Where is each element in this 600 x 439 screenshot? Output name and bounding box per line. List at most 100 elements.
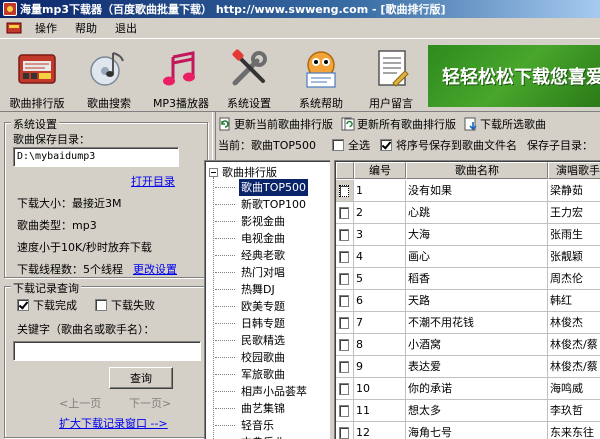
failed-check-box[interactable] <box>95 299 107 311</box>
open-dir-link[interactable]: 打开目录 <box>131 173 175 189</box>
tree-node[interactable]: 热门对唱 <box>215 264 287 281</box>
tree-node[interactable]: 歌曲TOP500 <box>214 179 309 196</box>
row-checkbox[interactable] <box>339 206 349 219</box>
menu-exit[interactable]: 退出 <box>106 18 146 38</box>
menu-help[interactable]: 帮助 <box>66 18 106 38</box>
change-settings-link[interactable]: 更改设置 <box>133 261 177 277</box>
tree-node[interactable]: 古典乐曲 <box>239 434 287 439</box>
row-song-name: 稻香 <box>406 268 548 290</box>
row-check-cell[interactable] <box>336 334 354 356</box>
row-check-cell[interactable] <box>336 378 354 400</box>
row-check-cell[interactable] <box>336 422 354 439</box>
tree-node[interactable]: 民歌精选 <box>215 332 287 349</box>
row-checkbox[interactable] <box>339 272 349 285</box>
table-row[interactable]: 5 稻香 周杰伦 <box>336 268 600 290</box>
row-checkbox[interactable] <box>339 316 349 329</box>
tree-node[interactable]: 电视金曲 <box>215 230 287 247</box>
row-number: 3 <box>354 224 406 246</box>
tree-node[interactable]: 轻音乐 <box>215 417 276 434</box>
tree-node[interactable]: 热舞DJ <box>215 281 277 298</box>
main-toolbar: 歌曲排行版 歌曲搜索 MP3播放器 系统设置 系统帮助 用户留言 轻轻松松下载您… <box>0 38 600 112</box>
row-artist: 海鸣威 <box>548 378 600 400</box>
table-row[interactable]: 8 小酒窝 林俊杰/蔡 <box>336 334 600 356</box>
row-check-cell[interactable] <box>336 268 354 290</box>
download-selected-button[interactable]: 下载所选歌曲 <box>464 116 546 132</box>
row-check-cell[interactable] <box>336 246 354 268</box>
toolbar-player-button[interactable]: MP3播放器 <box>144 43 218 110</box>
prev-page-link[interactable]: <上一页 <box>59 395 101 411</box>
tree-node[interactable]: 日韩专题 <box>215 315 287 332</box>
tree-node[interactable]: 曲艺集锦 <box>215 400 287 417</box>
speed-limit-label: 速度小于10K/秒时放弃下载 <box>17 241 152 254</box>
header-artist[interactable]: 演唱歌手 <box>548 162 600 179</box>
table-row[interactable]: 3 大海 张雨生 <box>336 224 600 246</box>
keyword-input[interactable] <box>13 341 201 361</box>
update-current-button[interactable]: 更新当前歌曲排行版 <box>218 116 333 132</box>
row-checkbox[interactable] <box>339 382 349 395</box>
menu-operate[interactable]: 操作 <box>26 18 66 38</box>
toolbar-ranking-button[interactable]: 歌曲排行版 <box>0 43 74 110</box>
song-table[interactable]: 编号 歌曲名称 演唱歌手 1 没有如果 梁静茹 2 心跳 王力宏 3 大海 张雨生 4 画心 张靓颖 5… <box>334 160 600 439</box>
row-check-cell[interactable] <box>336 180 354 202</box>
tree-node[interactable]: 相声小品荟萃 <box>215 383 309 400</box>
toolbar-settings-button[interactable]: 系统设置 <box>212 43 286 110</box>
row-check-cell[interactable] <box>336 312 354 334</box>
promo-banner[interactable]: 轻轻松松下载您喜爱 <box>428 45 600 107</box>
row-check-cell[interactable] <box>336 224 354 246</box>
table-row[interactable]: 2 心跳 王力宏 <box>336 202 600 224</box>
options-row: 当前：歌曲TOP500 全选 将序号保存到歌曲文件名 保存子目录： <box>218 136 600 154</box>
toolbar-help-button[interactable]: 系统帮助 <box>284 43 358 110</box>
select-all-check-box[interactable] <box>332 139 344 151</box>
table-row[interactable]: 7 不潮不用花钱 林俊杰 <box>336 312 600 334</box>
tree-node[interactable]: 欧美专题 <box>215 298 287 315</box>
row-checkbox[interactable] <box>339 426 349 439</box>
toolbar-feedback-button[interactable]: 用户留言 <box>354 43 428 110</box>
row-check-cell[interactable] <box>336 356 354 378</box>
row-checkbox[interactable] <box>339 250 349 263</box>
table-row[interactable]: 1 没有如果 梁静茹 <box>336 180 600 202</box>
tree-root[interactable]: 歌曲排行版 <box>209 164 277 180</box>
header-check[interactable] <box>336 162 354 179</box>
tree-node[interactable]: 经典老歌 <box>215 247 287 264</box>
ranking-tree[interactable]: 歌曲排行版 歌曲TOP500 新歌TOP100 影视金曲 电视金曲 经典老歌 热门对唱 热舞… <box>204 160 330 439</box>
tree-node[interactable]: 新歌TOP100 <box>214 196 308 213</box>
row-checkbox[interactable] <box>339 360 349 373</box>
tree-node[interactable]: 校园歌曲 <box>215 349 287 366</box>
tree-node[interactable]: 影视金曲 <box>215 213 287 230</box>
tree-node[interactable]: 军旅歌曲 <box>215 366 287 383</box>
table-row[interactable]: 10 你的承诺 海鸣威 <box>336 378 600 400</box>
table-row[interactable]: 11 想太多 李玖哲 <box>336 400 600 422</box>
table-row[interactable]: 6 天路 韩红 <box>336 290 600 312</box>
row-check-cell[interactable] <box>336 400 354 422</box>
next-page-link[interactable]: 下一页> <box>129 395 171 411</box>
save-index-check-box[interactable] <box>380 139 392 151</box>
row-check-cell[interactable] <box>336 202 354 224</box>
header-number[interactable]: 编号 <box>354 162 406 179</box>
update-all-button[interactable]: 更新所有歌曲排行版 <box>341 116 456 132</box>
row-check-cell[interactable] <box>336 290 354 312</box>
row-artist: 林俊杰 <box>548 312 600 334</box>
collapse-icon[interactable] <box>209 167 218 177</box>
row-checkbox[interactable] <box>339 404 349 417</box>
row-checkbox[interactable] <box>339 294 349 307</box>
row-artist: 李玖哲 <box>548 400 600 422</box>
row-checkbox[interactable] <box>339 338 349 351</box>
save-dir-field[interactable]: D:\mybaidump3 <box>13 147 179 167</box>
row-song-name: 小酒窝 <box>406 334 548 356</box>
toolbar-search-button[interactable]: 歌曲搜索 <box>72 43 146 110</box>
save-index-checkbox[interactable]: 将序号保存到歌曲文件名 <box>380 137 517 153</box>
header-song[interactable]: 歌曲名称 <box>406 162 548 179</box>
query-button[interactable]: 查询 <box>109 367 173 389</box>
download-selected-label: 下载所选歌曲 <box>480 118 546 131</box>
select-all-checkbox[interactable]: 全选 <box>332 137 370 153</box>
table-row[interactable]: 9 表达爱 林俊杰/蔡 <box>336 356 600 378</box>
expand-history-link[interactable]: 扩大下载记录窗口 --> <box>59 415 168 431</box>
window-title-bar[interactable]: 海量mp3下载器（百度歌曲批量下载） http://www.swweng.com… <box>0 0 600 18</box>
table-row[interactable]: 12 海角七号 东来东往 <box>336 422 600 439</box>
row-checkbox[interactable] <box>339 184 349 197</box>
failed-checkbox[interactable]: 下载失败 <box>95 297 155 313</box>
row-checkbox[interactable] <box>339 228 349 241</box>
success-checkbox[interactable]: 下载完成 <box>17 297 77 313</box>
table-row[interactable]: 4 画心 张靓颖 <box>336 246 600 268</box>
success-check-box[interactable] <box>17 299 29 311</box>
